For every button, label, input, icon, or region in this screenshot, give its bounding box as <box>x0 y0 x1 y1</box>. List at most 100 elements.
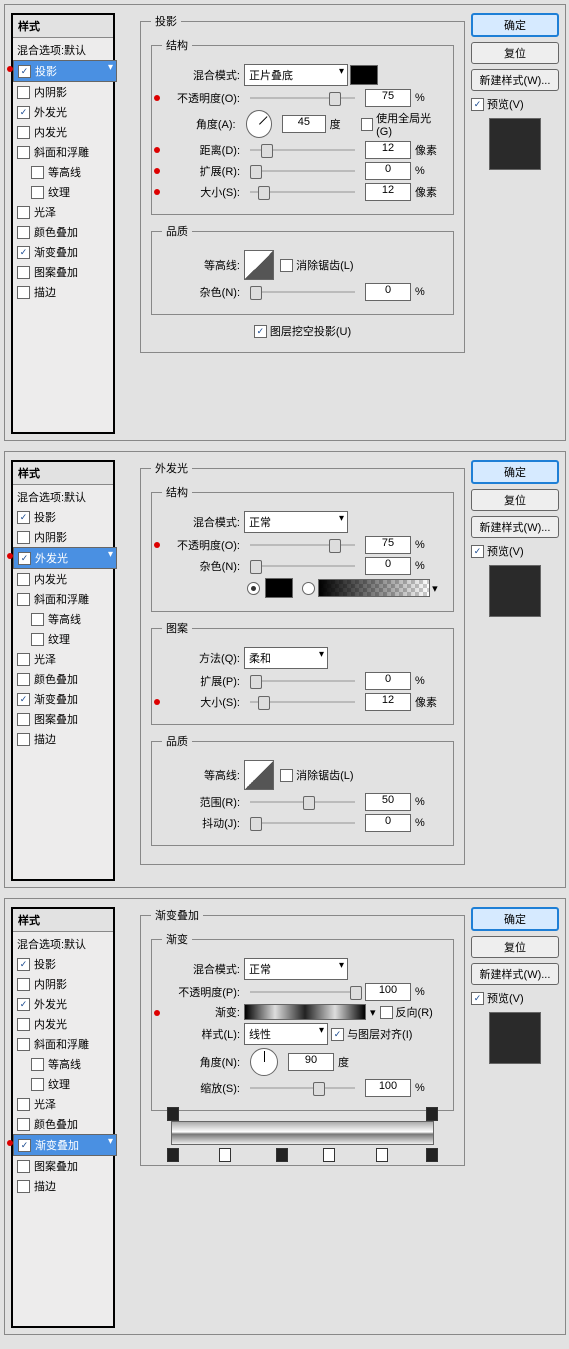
distance-input[interactable]: 12 <box>365 141 411 159</box>
opacity-input[interactable]: 75 <box>365 89 411 107</box>
opacity-input[interactable]: 75 <box>365 536 411 554</box>
jitter-slider[interactable] <box>250 816 355 830</box>
spread-input[interactable]: 0 <box>365 162 411 180</box>
ok-button[interactable]: 确定 <box>471 460 559 484</box>
noise-slider[interactable] <box>250 285 355 299</box>
style-pattern-overlay[interactable]: 图案叠加 <box>13 262 113 282</box>
reset-button[interactable]: 复位 <box>471 489 559 511</box>
style-satin[interactable]: 光泽 <box>13 649 113 669</box>
color-stop[interactable] <box>426 1148 438 1162</box>
angle-input[interactable]: 90 <box>288 1053 334 1071</box>
opacity-stop[interactable] <box>426 1107 438 1121</box>
new-style-button[interactable]: 新建样式(W)... <box>471 69 559 91</box>
align-checkbox[interactable]: ✓ <box>331 1028 344 1041</box>
blend-mode-select[interactable]: 正片叠底 <box>244 64 348 86</box>
opacity-stop[interactable] <box>167 1107 179 1121</box>
scale-input[interactable]: 100 <box>365 1079 411 1097</box>
style-outer-glow[interactable]: ✓外发光 <box>13 547 117 569</box>
style-gradient-overlay[interactable]: ✓渐变叠加 <box>13 689 113 709</box>
checkbox-ds[interactable]: ✓ <box>18 65 31 78</box>
style-contour[interactable]: 等高线 <box>13 609 113 629</box>
style-drop-shadow[interactable]: ✓投影 <box>13 60 117 82</box>
new-style-button[interactable]: 新建样式(W)... <box>471 516 559 538</box>
style-outer-glow[interactable]: ✓外发光 <box>13 102 113 122</box>
style-color-overlay[interactable]: 颜色叠加 <box>13 669 113 689</box>
color-stop[interactable] <box>167 1148 179 1162</box>
opacity-slider[interactable] <box>250 538 355 552</box>
angle-dial[interactable] <box>244 1042 284 1082</box>
size-input[interactable]: 12 <box>365 693 411 711</box>
spread-slider[interactable] <box>250 674 355 688</box>
gradient-radio[interactable] <box>302 582 315 595</box>
style-stroke[interactable]: 描边 <box>13 729 113 749</box>
angle-input[interactable]: 45 <box>282 115 326 133</box>
style-color-overlay[interactable]: 颜色叠加 <box>13 222 113 242</box>
style-contour[interactable]: 等高线 <box>13 162 113 182</box>
noise-input[interactable]: 0 <box>365 557 411 575</box>
noise-input[interactable]: 0 <box>365 283 411 301</box>
shadow-color-swatch[interactable] <box>350 65 378 85</box>
opacity-input[interactable]: 100 <box>365 983 411 1001</box>
style-pattern-overlay[interactable]: 图案叠加 <box>13 1156 113 1176</box>
blending-options[interactable]: 混合选项:默认 <box>13 934 113 954</box>
ok-button[interactable]: 确定 <box>471 907 559 931</box>
style-inner-shadow[interactable]: 内阴影 <box>13 527 113 547</box>
preview-checkbox[interactable]: ✓ <box>471 992 484 1005</box>
reverse-checkbox[interactable] <box>380 1006 393 1019</box>
antialias-checkbox[interactable] <box>280 769 293 782</box>
range-input[interactable]: 50 <box>365 793 411 811</box>
style-pattern-overlay[interactable]: 图案叠加 <box>13 709 113 729</box>
opacity-slider[interactable] <box>250 985 355 999</box>
glow-gradient-picker[interactable] <box>318 579 430 597</box>
knockout-checkbox[interactable]: ✓ <box>254 325 267 338</box>
style-drop-shadow[interactable]: ✓投影 <box>13 507 113 527</box>
spread-slider[interactable] <box>250 164 355 178</box>
contour-picker[interactable] <box>244 760 274 790</box>
distance-slider[interactable] <box>250 143 355 157</box>
color-stop[interactable] <box>219 1148 231 1162</box>
antialias-checkbox[interactable] <box>280 259 293 272</box>
opacity-slider[interactable] <box>250 91 355 105</box>
color-stop[interactable] <box>376 1148 388 1162</box>
style-texture[interactable]: 纹理 <box>13 182 113 202</box>
style-drop-shadow[interactable]: ✓投影 <box>13 954 113 974</box>
global-light-checkbox[interactable] <box>361 118 373 131</box>
gradient-picker[interactable] <box>244 1004 366 1020</box>
angle-dial[interactable] <box>246 110 273 138</box>
style-bevel[interactable]: 斜面和浮雕 <box>13 1034 113 1054</box>
blending-options[interactable]: 混合选项:默认 <box>13 40 113 60</box>
size-slider[interactable] <box>250 185 355 199</box>
reset-button[interactable]: 复位 <box>471 936 559 958</box>
style-inner-shadow[interactable]: 内阴影 <box>13 974 113 994</box>
scale-slider[interactable] <box>250 1081 355 1095</box>
size-slider[interactable] <box>250 695 355 709</box>
style-texture[interactable]: 纹理 <box>13 1074 113 1094</box>
style-inner-glow[interactable]: 内发光 <box>13 569 113 589</box>
blend-mode-select[interactable]: 正常 <box>244 958 348 980</box>
style-inner-glow[interactable]: 内发光 <box>13 122 113 142</box>
color-radio[interactable] <box>247 582 260 595</box>
style-outer-glow[interactable]: ✓外发光 <box>13 994 113 1014</box>
ok-button[interactable]: 确定 <box>471 13 559 37</box>
blend-mode-select[interactable]: 正常 <box>244 511 348 533</box>
style-texture[interactable]: 纹理 <box>13 629 113 649</box>
range-slider[interactable] <box>250 795 355 809</box>
technique-select[interactable]: 柔和 <box>244 647 328 669</box>
style-satin[interactable]: 光泽 <box>13 1094 113 1114</box>
size-input[interactable]: 12 <box>365 183 411 201</box>
spread-input[interactable]: 0 <box>365 672 411 690</box>
style-inner-glow[interactable]: 内发光 <box>13 1014 113 1034</box>
style-bevel[interactable]: 斜面和浮雕 <box>13 589 113 609</box>
new-style-button[interactable]: 新建样式(W)... <box>471 963 559 985</box>
preview-checkbox[interactable]: ✓ <box>471 98 484 111</box>
style-gradient-overlay[interactable]: ✓渐变叠加 <box>13 1134 117 1156</box>
style-contour[interactable]: 等高线 <box>13 1054 113 1074</box>
blending-options[interactable]: 混合选项:默认 <box>13 487 113 507</box>
gradient-editor-bar[interactable] <box>171 1121 434 1145</box>
jitter-input[interactable]: 0 <box>365 814 411 832</box>
color-stop[interactable] <box>323 1148 335 1162</box>
style-satin[interactable]: 光泽 <box>13 202 113 222</box>
style-color-overlay[interactable]: 颜色叠加 <box>13 1114 113 1134</box>
noise-slider[interactable] <box>250 559 355 573</box>
preview-checkbox[interactable]: ✓ <box>471 545 484 558</box>
